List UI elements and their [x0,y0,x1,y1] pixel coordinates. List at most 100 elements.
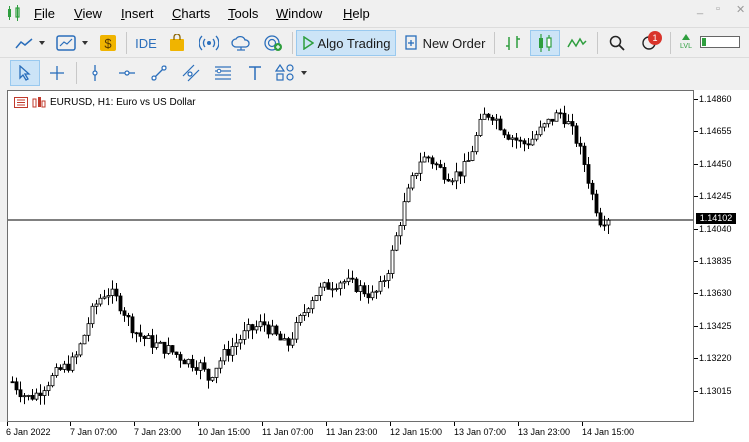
line-chart-button[interactable] [564,31,590,55]
candle [218,357,223,374]
line-chart-icon [15,38,45,49]
vertical-line-tool-button[interactable] [82,61,108,85]
toolbar-separator [670,32,671,54]
new-order-icon [404,35,417,50]
candle [250,323,255,340]
candle [174,351,179,358]
candle [90,303,95,328]
chart-type-button[interactable] [10,31,50,55]
candle [154,334,159,350]
candle [110,280,115,304]
candle [526,138,531,149]
candle [266,321,271,339]
cursor-tool-button[interactable] [10,60,40,86]
candle [410,172,415,191]
menu-window[interactable]: Window [276,6,322,21]
candle [18,381,23,403]
candle [566,114,571,125]
timeframe-button[interactable] [53,31,93,55]
restore-button[interactable]: ▫ [716,3,720,15]
candle [538,120,543,137]
time-tick [70,422,71,426]
community-button[interactable] [261,31,285,55]
text-tool-button[interactable] [242,61,268,85]
candle [270,319,275,336]
close-button[interactable]: ✕ [736,3,745,16]
menu-insert[interactable]: Insert [121,6,154,21]
candle [146,333,151,339]
candle [274,324,279,336]
candle [390,245,395,279]
algo-trading-button[interactable]: Algo Trading [296,30,396,56]
market-button[interactable] [165,31,189,55]
candle [258,314,263,332]
price-label: 1.13835 [699,256,732,266]
toolbar-separator [292,32,293,54]
candle [210,376,215,383]
candle [214,367,219,384]
shapes-tool-button[interactable] [272,61,312,85]
menu-charts[interactable]: Charts [172,6,210,21]
ide-button[interactable]: IDE [132,31,160,55]
price-tick [694,261,698,262]
time-tick [454,422,455,426]
candle [322,281,327,291]
signal-level-button[interactable]: LVL [676,30,696,54]
candle [278,331,283,341]
bar-chart-button[interactable] [500,31,526,55]
candle [550,118,555,126]
candle [34,388,39,401]
candle [434,161,439,171]
candle [394,232,399,252]
candle [42,386,47,405]
crosshair-tool-button[interactable] [44,61,70,85]
vps-button[interactable] [229,31,253,55]
app-logo-icon [8,5,20,21]
menu-help[interactable]: Help [343,6,370,21]
signals-button[interactable] [197,31,221,55]
connection-status-bar [700,36,740,48]
candle [450,177,455,186]
horizontal-line-tool-button[interactable] [114,61,140,85]
channel-tool-button[interactable] [178,61,204,85]
candle [426,155,431,163]
candle [338,280,343,296]
trendline-icon [151,65,167,81]
candle [442,162,447,184]
price-label: 1.13220 [699,353,732,363]
time-tick [7,422,8,426]
candle [470,145,475,162]
time-tick [134,422,135,426]
candle [114,283,119,302]
menu-file[interactable]: File [34,6,55,21]
trading-button[interactable]: $ [96,31,120,55]
search-icon [609,35,625,51]
time-label: 13 Jan 23:00 [518,427,571,437]
new-order-button[interactable]: New Order [402,31,488,55]
candle [486,113,491,121]
search-button[interactable] [605,31,629,55]
time-tick [518,422,519,426]
minimize-button[interactable]: _ [697,3,703,15]
candle [182,358,187,365]
candle [374,289,379,299]
price-tick [694,196,698,197]
toolbar-separator [597,32,598,54]
candle [50,372,55,388]
messages-button[interactable]: 1 [636,31,664,55]
candlestick-button[interactable] [530,30,560,56]
candle [574,123,579,147]
trendline-tool-button[interactable] [146,61,172,85]
candle [342,279,347,289]
price-label: 1.13630 [699,288,732,298]
menu-view[interactable]: View [74,6,102,21]
price-tick [694,99,698,100]
chart-window[interactable]: EURUSD, H1: Euro vs US Dollar [7,90,694,422]
menu-tools[interactable]: Tools [228,6,258,21]
signal-broadcast-icon [199,35,219,51]
time-label: 7 Jan 07:00 [70,427,118,437]
fibonacci-tool-button[interactable] [210,61,236,85]
candle [94,299,99,315]
candle [494,114,499,130]
candle [354,277,359,293]
